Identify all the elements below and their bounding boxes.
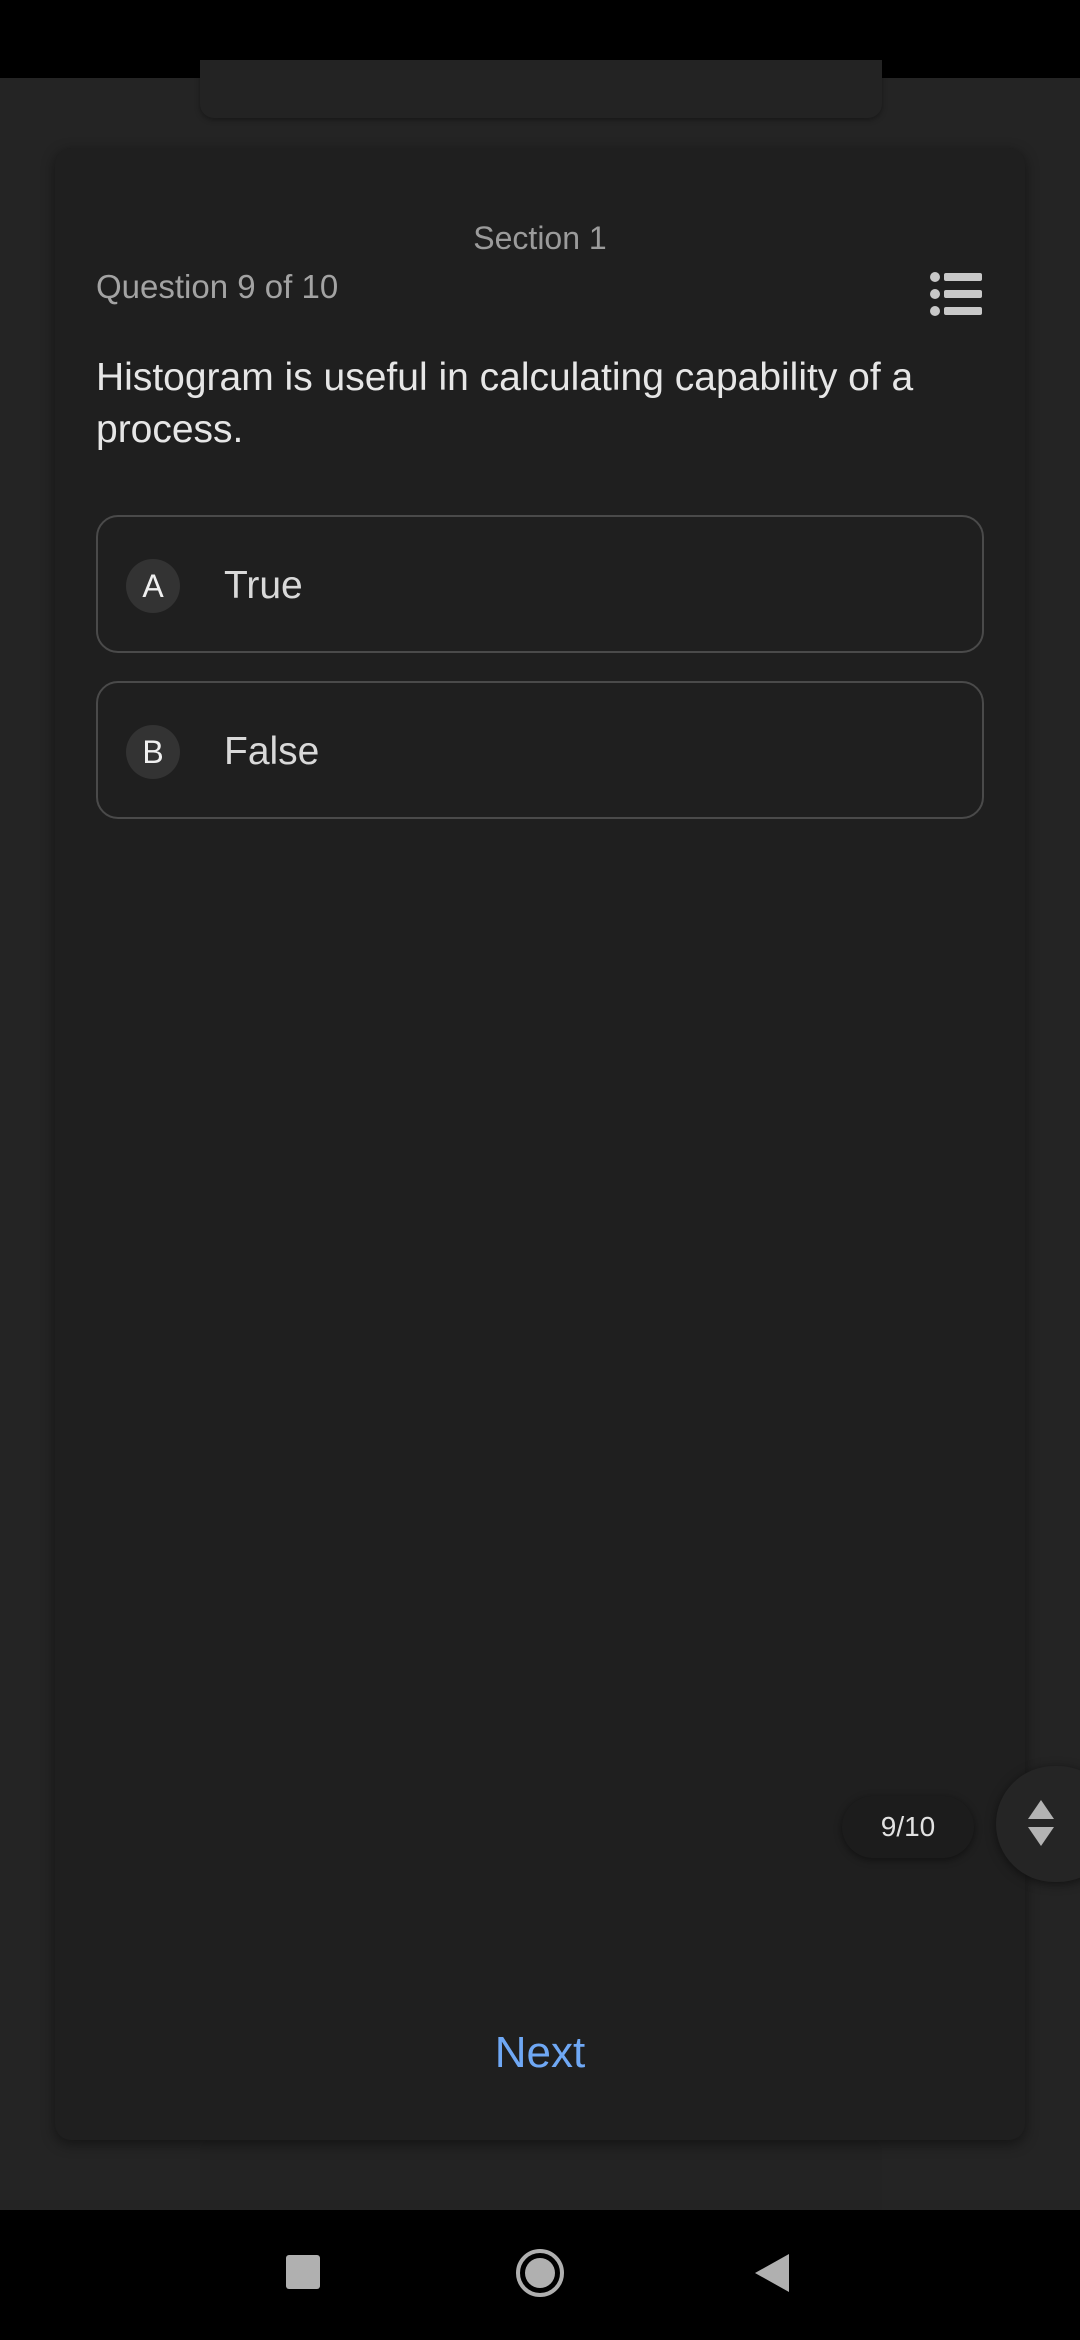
- next-card-peek: [200, 2138, 882, 2210]
- option-b[interactable]: B False: [96, 681, 984, 819]
- triangle-back-icon[interactable]: [755, 2254, 789, 2297]
- section-title: Section 1: [473, 220, 607, 256]
- question-card: Section 1 Question 9 of 10 Histogram is …: [55, 148, 1025, 2140]
- next-button[interactable]: Next: [55, 2028, 1025, 2078]
- previous-card-peek: [200, 60, 882, 118]
- circle-icon[interactable]: [515, 2248, 565, 2303]
- question-counter: Question 9 of 10: [96, 268, 339, 305]
- option-letter: A: [126, 559, 180, 613]
- option-label: True: [224, 564, 303, 607]
- option-label: False: [224, 730, 320, 773]
- system-nav-bar: [0, 2210, 1080, 2340]
- option-a[interactable]: A True: [96, 515, 984, 653]
- option-letter: B: [126, 725, 180, 779]
- question-text: Histogram is useful in calculating capab…: [96, 356, 914, 451]
- page-indicator: 9/10: [842, 1796, 974, 1858]
- list-icon[interactable]: [929, 270, 983, 318]
- square-icon[interactable]: [286, 2255, 320, 2294]
